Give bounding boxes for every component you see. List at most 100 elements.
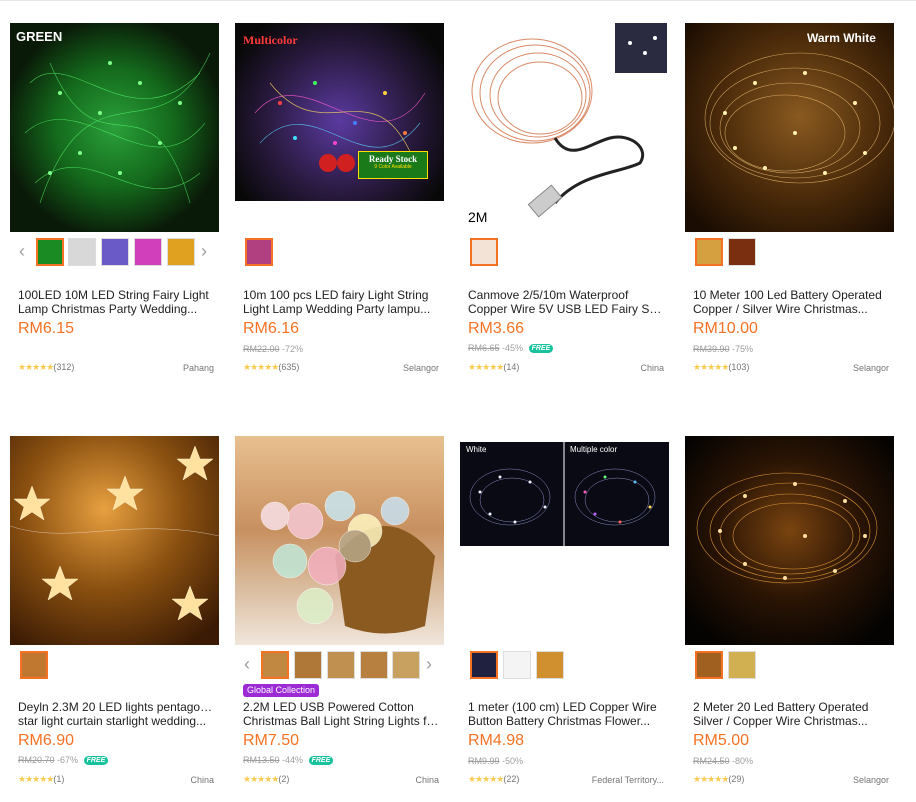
title-line: 2 Meter 20 Led Battery Operated bbox=[693, 700, 869, 714]
seller-location: Pahang bbox=[182, 363, 214, 373]
rating-count: (2) bbox=[278, 774, 290, 784]
thumbnail[interactable] bbox=[20, 651, 48, 679]
thumbnail-strip bbox=[460, 651, 669, 681]
color-available-text: 9 Color Available bbox=[374, 164, 412, 170]
product-title[interactable]: Deyln 2.3M 20 LED lights pentagonal star… bbox=[18, 700, 214, 728]
original-price: RM39.90 bbox=[693, 344, 730, 354]
product-image[interactable]: GREEN bbox=[10, 23, 219, 232]
wire-lights-graphic bbox=[469, 442, 656, 546]
original-price: RM13.50 bbox=[243, 755, 280, 765]
original-price-row: RM20.70 -67% FREE bbox=[18, 755, 109, 766]
title-line: Lamp Christmas Party Wedding... bbox=[18, 302, 198, 316]
product-card[interactable]: Warm White 10 Meter 100 Led Battery Oper… bbox=[685, 20, 895, 380]
product-card[interactable]: 2M Canmove 2/5/10m Waterproof Copper Wir… bbox=[460, 20, 670, 380]
rating: ★★★★★(2) bbox=[243, 774, 289, 785]
thumbnail-strip bbox=[10, 651, 219, 681]
product-image[interactable]: 2M bbox=[460, 23, 669, 232]
image-label-secondary: Multiple color bbox=[570, 445, 618, 454]
thumbnail[interactable] bbox=[470, 651, 498, 679]
thumbnail[interactable] bbox=[294, 651, 322, 679]
thumbnail-strip: ‹ › bbox=[10, 238, 219, 268]
thumbnail[interactable] bbox=[360, 651, 388, 679]
chevron-left-icon[interactable]: ‹ bbox=[16, 242, 28, 260]
chevron-right-icon[interactable]: › bbox=[423, 655, 435, 673]
thumbnail[interactable] bbox=[728, 651, 756, 679]
title-line: 10m 100 pcs LED fairy Light String bbox=[243, 288, 429, 302]
product-image[interactable]: Multicolor Ready Stock 9 Color Available bbox=[235, 23, 444, 201]
seller-location: China bbox=[190, 775, 214, 785]
thumbnail[interactable] bbox=[134, 238, 162, 266]
product-card[interactable]: Multicolor Ready Stock 9 Color Available… bbox=[235, 20, 445, 380]
thumbnail-strip bbox=[685, 238, 894, 268]
rating: ★★★★★(635) bbox=[243, 362, 299, 373]
thumbnail[interactable] bbox=[470, 238, 498, 266]
star-lights-graphic bbox=[10, 445, 219, 621]
thumbnail[interactable] bbox=[167, 238, 195, 266]
thumbnail[interactable] bbox=[728, 238, 756, 266]
thumbnail[interactable] bbox=[261, 651, 289, 679]
discount: -67% bbox=[57, 755, 79, 765]
thumbnail[interactable] bbox=[245, 238, 273, 266]
chevron-left-icon[interactable]: ‹ bbox=[241, 655, 253, 673]
original-price-row: RM9.99 -50% bbox=[468, 756, 523, 766]
original-price: RM6.65 bbox=[468, 343, 500, 353]
title-line: 10 Meter 100 Led Battery Operated bbox=[693, 288, 882, 302]
product-image[interactable] bbox=[235, 436, 444, 645]
product-card[interactable]: Deyln 2.3M 20 LED lights pentagonal star… bbox=[10, 433, 220, 793]
thumbnail[interactable] bbox=[536, 651, 564, 679]
star-rating-icon: ★★★★★ bbox=[243, 774, 279, 784]
product-title[interactable]: 10m 100 pcs LED fairy Light String Light… bbox=[243, 288, 439, 316]
star-rating-icon: ★★★★★ bbox=[243, 362, 279, 372]
star-rating-icon: ★★★★★ bbox=[693, 362, 729, 372]
seller-location: Selangor bbox=[852, 775, 889, 785]
original-price-row: RM22.00 -72% bbox=[243, 344, 303, 354]
discount: -50% bbox=[502, 756, 524, 766]
product-card[interactable]: ‹ › Global Collection 2.2M LED USB Power… bbox=[235, 433, 445, 793]
product-title[interactable]: 2.2M LED USB Powered Cotton Christmas Ba… bbox=[243, 700, 439, 728]
star-rating-icon: ★★★★★ bbox=[468, 362, 504, 372]
product-title[interactable]: 1 meter (100 cm) LED Copper Wire Button … bbox=[468, 700, 664, 728]
product-image[interactable] bbox=[685, 436, 894, 645]
rating-count: (29) bbox=[728, 774, 745, 784]
discount: -72% bbox=[282, 344, 304, 354]
rating-count: (635) bbox=[278, 362, 300, 372]
rating: ★★★★★(312) bbox=[18, 362, 74, 373]
original-price: RM22.00 bbox=[243, 344, 280, 354]
product-image[interactable]: Warm White bbox=[685, 23, 894, 232]
thumbnail[interactable] bbox=[695, 651, 723, 679]
thumbnail[interactable] bbox=[101, 238, 129, 266]
product-title[interactable]: 100LED 10M LED String Fairy Light Lamp C… bbox=[18, 288, 214, 316]
thumbnail[interactable] bbox=[327, 651, 355, 679]
thumbnail[interactable] bbox=[68, 238, 96, 266]
title-line: Light Lamp Wedding Party lampu... bbox=[243, 302, 431, 316]
product-title[interactable]: 10 Meter 100 Led Battery Operated Copper… bbox=[693, 288, 889, 316]
free-shipping-badge: FREE bbox=[528, 344, 554, 354]
rating: ★★★★★(103) bbox=[693, 362, 749, 373]
product-card[interactable]: White Multiple color 1 meter (100 cm) LE… bbox=[460, 433, 670, 793]
product-price: RM6.90 bbox=[18, 732, 75, 749]
product-card[interactable]: GREEN ‹ › 100LED 10M LED String Fairy Li… bbox=[10, 20, 220, 380]
discount: -44% bbox=[282, 755, 304, 765]
thumbnail[interactable] bbox=[503, 651, 531, 679]
product-price: RM6.16 bbox=[243, 320, 300, 337]
image-label: Multicolor bbox=[243, 33, 298, 47]
rating: ★★★★★(22) bbox=[468, 774, 519, 785]
title-line: Silver / Copper Wire Christmas... bbox=[693, 714, 868, 728]
title-line: 100LED 10M LED String Fairy Light bbox=[18, 288, 209, 302]
product-title[interactable]: Canmove 2/5/10m Waterproof Copper Wire 5… bbox=[468, 288, 664, 316]
chevron-right-icon[interactable]: › bbox=[198, 242, 210, 260]
title-line: Copper Wire 5V USB LED Fairy Strin... bbox=[468, 302, 664, 316]
product-title[interactable]: 2 Meter 20 Led Battery Operated Silver /… bbox=[693, 700, 889, 728]
title-line: Copper / Silver Wire Christmas... bbox=[693, 302, 868, 316]
thumbnail[interactable] bbox=[392, 651, 420, 679]
seller-location: Federal Territory... bbox=[591, 775, 664, 785]
product-card[interactable]: 2 Meter 20 Led Battery Operated Silver /… bbox=[685, 433, 895, 793]
thumbnail[interactable] bbox=[695, 238, 723, 266]
product-price: RM7.50 bbox=[243, 732, 300, 749]
product-image[interactable] bbox=[10, 436, 219, 645]
thumbnail[interactable] bbox=[36, 238, 64, 266]
title-line: Button Battery Christmas Flower... bbox=[468, 714, 651, 728]
ready-stock-text: Ready Stock bbox=[368, 154, 418, 164]
product-price: RM5.00 bbox=[693, 732, 750, 749]
product-image[interactable]: White Multiple color bbox=[460, 442, 669, 546]
